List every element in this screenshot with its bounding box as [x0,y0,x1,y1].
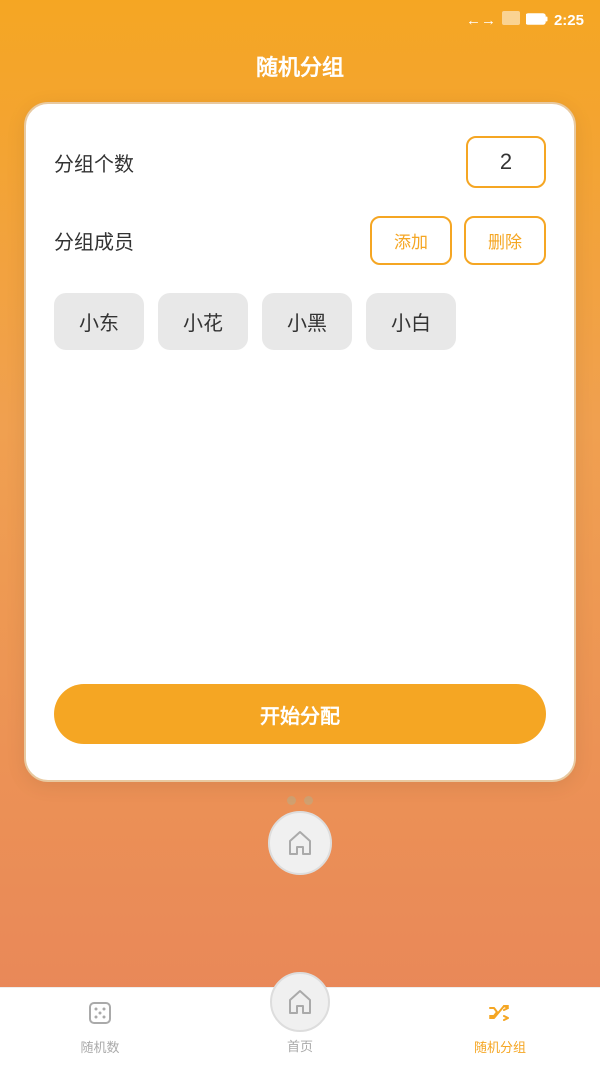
member-tag-3[interactable]: 小白 [366,293,456,350]
wifi-icon [502,11,520,29]
group-count-label: 分组个数 [54,148,466,177]
battery-icon [526,12,548,29]
bottom-nav: 随机数 首页 随机分组 [0,987,600,1067]
member-tag-2[interactable]: 小黑 [262,293,352,350]
nav-item-home[interactable]: 首页 [200,992,400,1063]
dot-2 [304,796,313,805]
dot-1 [287,796,296,805]
group-count-row: 分组个数 [54,136,546,188]
nav-item-random-group[interactable]: 随机分组 [400,992,600,1064]
shuffle-icon [487,1000,513,1033]
nav-label-random-group: 随机分组 [474,1037,526,1056]
nav-label-random-numbers: 随机数 [80,1037,119,1056]
time-display: 2:25 [554,12,584,29]
page-title: 随机分组 [0,40,600,102]
signal-icon: ←→ [466,12,496,29]
member-tag-0[interactable]: 小东 [54,293,144,350]
status-bar-icons: ←→ 2:25 [466,11,584,29]
members-row: 分组成员 添加 删除 [54,216,546,265]
home-center-circle [270,972,330,1032]
member-action-buttons: 添加 删除 [370,216,546,265]
main-card: 分组个数 分组成员 添加 删除 小东 小花 小黑 小白 开始分配 [24,102,576,782]
delete-member-button[interactable]: 删除 [464,216,546,265]
member-tag-1[interactable]: 小花 [158,293,248,350]
nav-item-random-numbers[interactable]: 随机数 [0,992,200,1064]
nav-label-home: 首页 [287,1036,313,1055]
card-dots [0,796,600,805]
home-button-area [0,811,600,875]
members-label: 分组成员 [54,226,370,255]
status-bar: ←→ 2:25 [0,0,600,40]
cube-icon [87,1000,113,1033]
home-floating-button[interactable] [268,811,332,875]
add-member-button[interactable]: 添加 [370,216,452,265]
group-count-input[interactable] [466,136,546,188]
members-area: 小东 小花 小黑 小白 [54,293,546,350]
start-button[interactable]: 开始分配 [54,684,546,744]
